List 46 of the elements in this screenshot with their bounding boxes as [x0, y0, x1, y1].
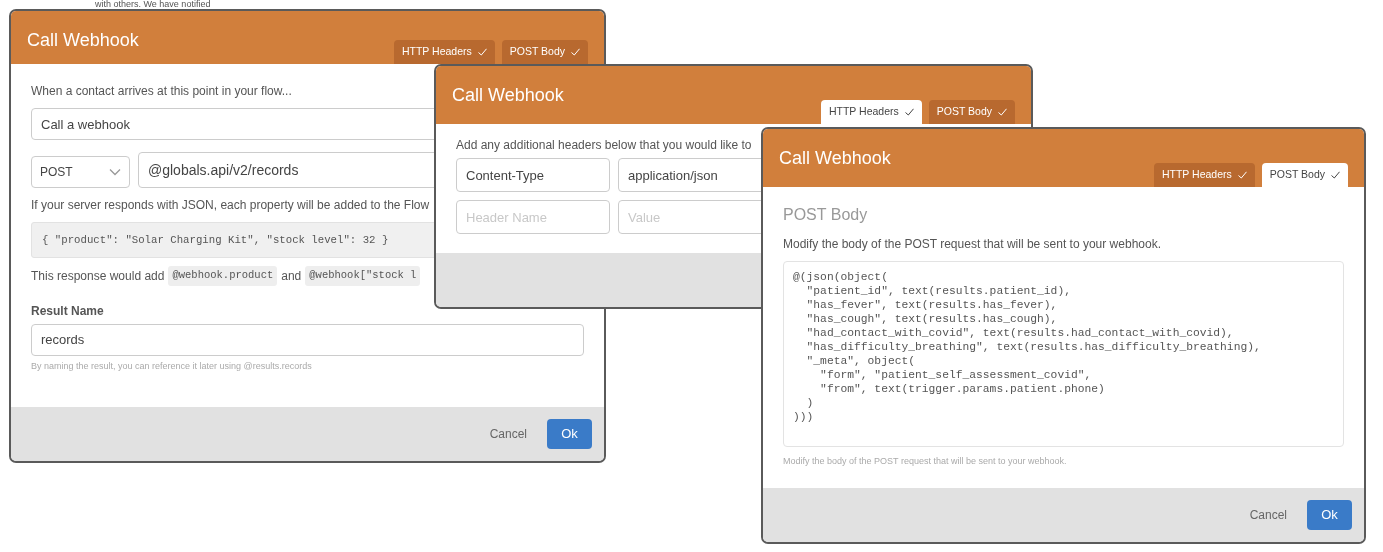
- tab[interactable]: POST Body: [928, 100, 1015, 124]
- note-text: and: [281, 267, 302, 285]
- help-text: By naming the result, you can reference it later using @results.records: [31, 359, 313, 373]
- tab[interactable]: POST Body: [501, 40, 588, 64]
- code-line: "has_difficulty_breathing", text(results.has_difficulty_breathing),: [805, 340, 1262, 354]
- note-text: This response would add: [31, 267, 165, 285]
- intro-text: When a contact arrives at this point in your flow...: [31, 83, 292, 100]
- ok-button[interactable]: Ok: [547, 419, 592, 449]
- code-line: "patient_id", text(results.patient_id),: [805, 284, 1072, 298]
- chevron-down-icon: [109, 168, 121, 176]
- code-line: "from", text(trigger.params.patient.phone): [819, 382, 1106, 396]
- code-line: ): [805, 396, 815, 410]
- code-line: "has_fever", text(results.has_fever),: [805, 298, 1059, 312]
- intro-text: Add any additional headers below that you would like to: [456, 137, 752, 154]
- intro-text: Modify the body of the POST request that will be sent to your webhook.: [783, 236, 1161, 253]
- code-line: "had_contact_with_covid", text(results.had_contact_with_covid),: [805, 326, 1235, 340]
- help-text: Modify the body of the POST request that will be sent to your webhook.: [783, 455, 1068, 468]
- tab[interactable]: HTTP Headers: [1153, 163, 1255, 187]
- checkmark-icon: [998, 108, 1007, 117]
- result-name-field[interactable]: records: [31, 323, 584, 356]
- code-line: "form", "patient_self_assessment_covid",: [819, 368, 1093, 382]
- method-dropdown[interactable]: POST: [31, 156, 130, 188]
- tab[interactable]: HTTP Headers: [820, 100, 922, 124]
- code-snippet: @webhook["stock l: [305, 266, 421, 286]
- checkmark-icon: [1237, 171, 1247, 180]
- dialog-title: Call Webhook: [452, 84, 564, 107]
- header-name-field[interactable]: Content-Type: [456, 158, 610, 192]
- checkmark-icon: [1331, 171, 1340, 180]
- hint-text: If your server responds with JSON, each property will be added to the Flow: [31, 197, 430, 214]
- cancel-button[interactable]: Cancel: [483, 424, 533, 444]
- code-line: "has_cough", text(results.has_cough),: [805, 312, 1059, 326]
- code-editor[interactable]: [783, 261, 1344, 447]
- cancel-button[interactable]: Cancel: [1243, 505, 1293, 525]
- checkmark-icon: [571, 48, 580, 57]
- checkmark-icon: [904, 108, 914, 117]
- tab[interactable]: POST Body: [1261, 163, 1348, 187]
- ok-button[interactable]: Ok: [1307, 500, 1352, 530]
- checkmark-icon: [477, 48, 487, 57]
- code-line: ))): [793, 410, 815, 424]
- tab[interactable]: HTTP Headers: [393, 40, 495, 64]
- code-snippet: @webhook.product: [168, 266, 278, 286]
- background-text: with others. We have notified: [95, 0, 211, 9]
- code-line: @(json(object(: [793, 270, 889, 284]
- code-line: "_meta", object(: [805, 354, 917, 368]
- dialog-title: Call Webhook: [27, 29, 139, 52]
- field-label: Result Name: [31, 302, 105, 320]
